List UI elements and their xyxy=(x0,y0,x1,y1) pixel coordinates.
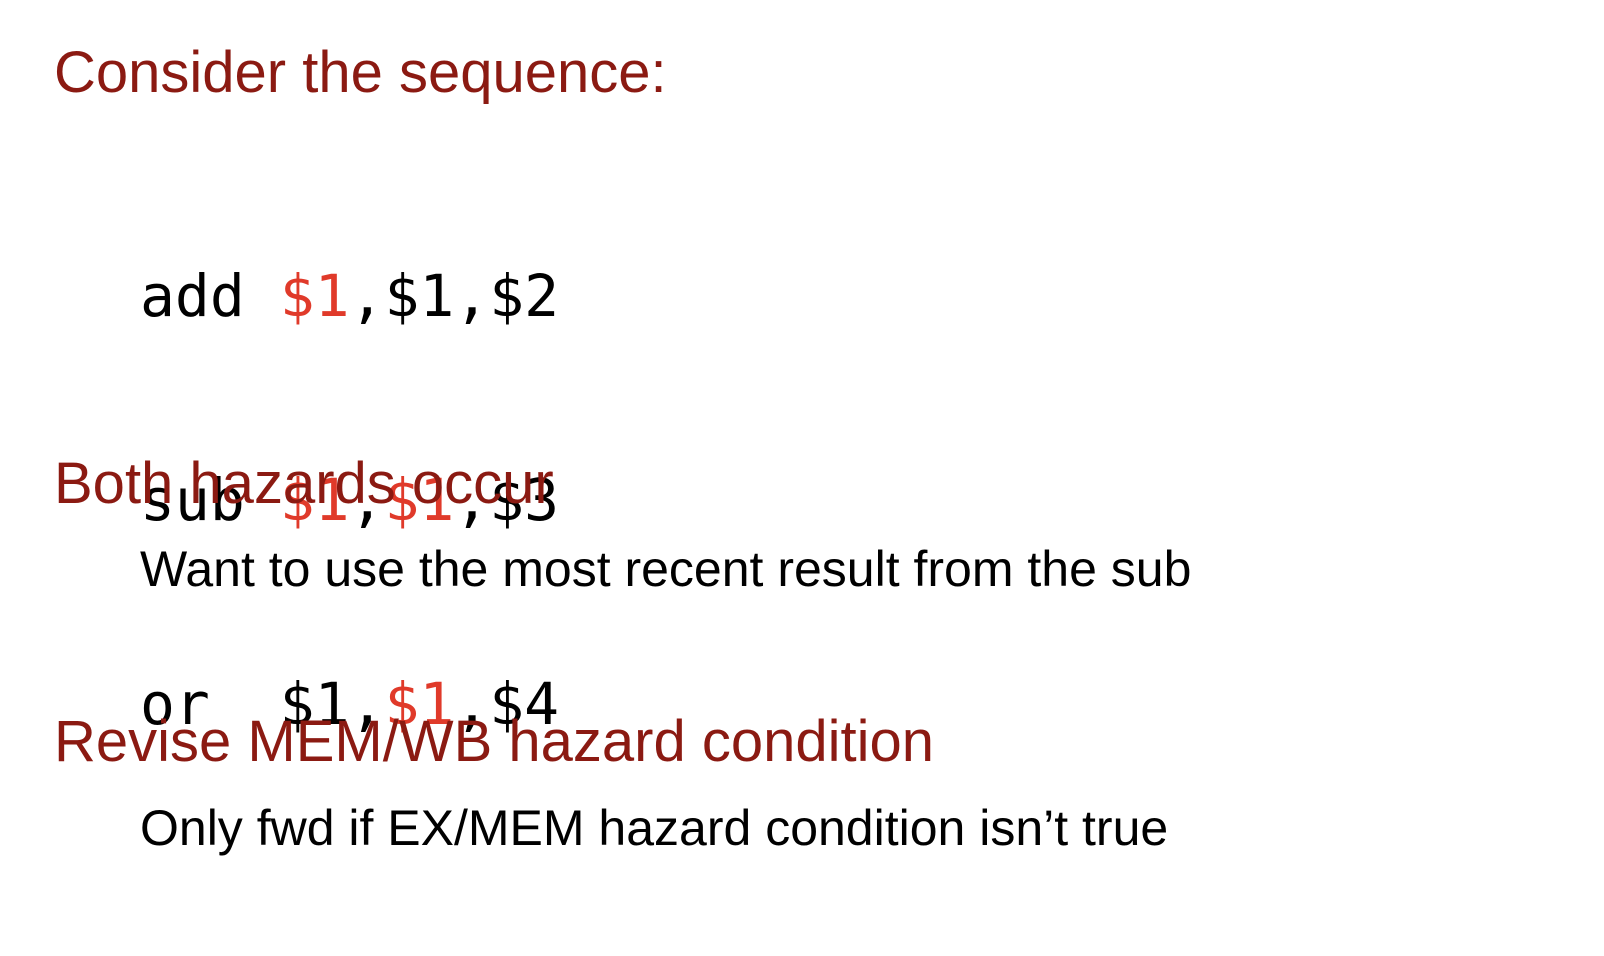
highlighted-register: $1 xyxy=(279,262,350,330)
text-most-recent-result: Want to use the most recent result from … xyxy=(140,541,1192,597)
heading-both-hazards: Both hazards occur xyxy=(54,451,554,516)
text-only-fwd: Only fwd if EX/MEM hazard condition isn’… xyxy=(140,800,1169,856)
heading-revise-condition: Revise MEM/WB hazard condition xyxy=(54,709,934,774)
code-line-add: add $1,$1,$2 xyxy=(140,262,559,330)
code-token: ,$1,$2 xyxy=(349,262,560,330)
code-token: add xyxy=(140,262,280,330)
heading-consider-sequence: Consider the sequence: xyxy=(54,40,667,105)
slide: Consider the sequence: add $1,$1,$2 sub … xyxy=(0,0,1604,956)
